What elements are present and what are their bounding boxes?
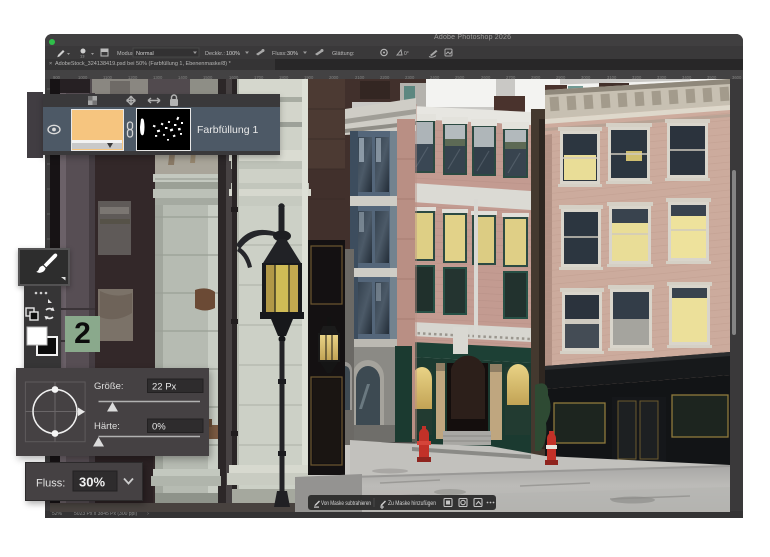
svg-text:13: 13 [80,54,85,59]
svg-text:Fluss:: Fluss: [272,51,287,57]
svg-text:0°: 0° [404,51,409,57]
svg-text:Fluss:: Fluss: [36,478,65,490]
svg-text:Glättung:: Glättung: [332,51,355,57]
svg-text:Größe:: Größe: [94,381,124,392]
svg-text:Normal: Normal [136,51,154,57]
svg-text:22 Px: 22 Px [152,382,177,393]
svg-text:Deckkr.:: Deckkr.: [205,51,225,57]
svg-text:0%: 0% [152,422,166,433]
svg-text:Von Maske subtrahieren: Von Maske subtrahieren [321,500,371,507]
svg-text:Härte:: Härte: [94,421,120,432]
svg-text:30%: 30% [79,475,105,490]
svg-text:100%: 100% [226,51,240,57]
svg-text:Zu Maske hinzufügen: Zu Maske hinzufügen [388,500,436,507]
svg-text:30%: 30% [287,51,298,57]
